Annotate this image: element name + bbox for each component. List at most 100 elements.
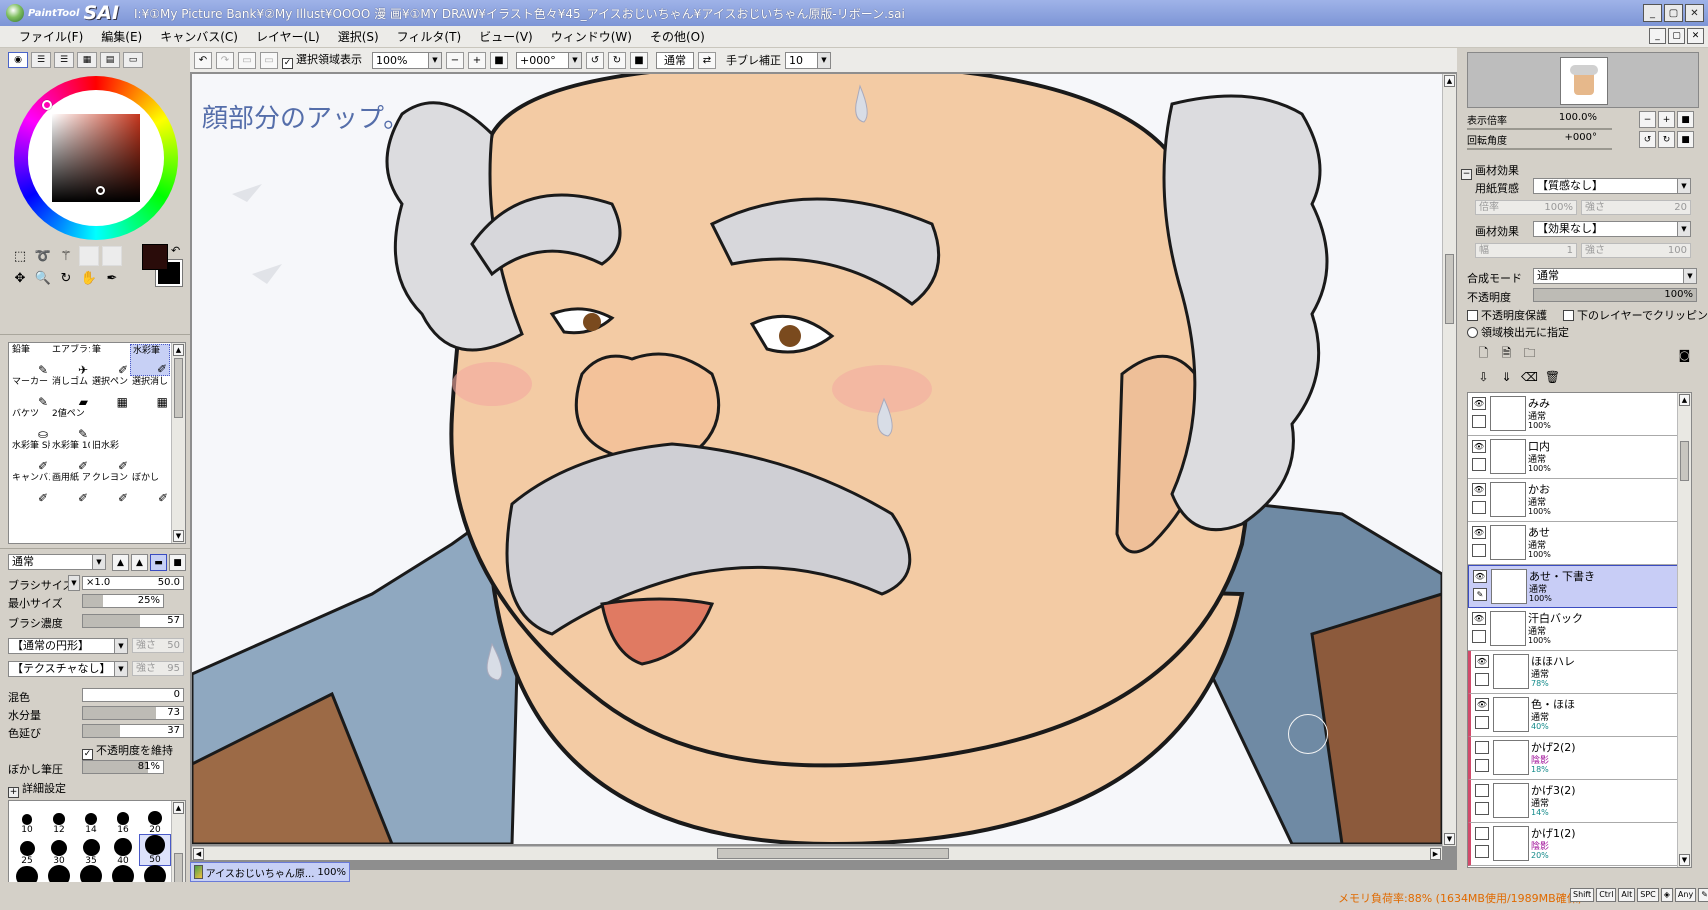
- scroll-down-icon[interactable]: ▼: [1679, 854, 1690, 866]
- scroll-up-icon[interactable]: ▲: [1679, 394, 1690, 406]
- scroll-left-icon[interactable]: ◀: [193, 848, 204, 860]
- texture-effects-section[interactable]: − 画材効果: [1461, 162, 1519, 180]
- menu-other[interactable]: その他(O): [641, 28, 714, 45]
- zoom-out-icon[interactable]: −: [446, 51, 464, 69]
- brush-size-slider[interactable]: ×1.0 50.0: [82, 576, 184, 590]
- brush-size-option[interactable]: 35: [75, 834, 107, 866]
- scroll-down-icon[interactable]: ▼: [173, 530, 184, 542]
- visibility-eye-icon[interactable]: 👁: [1472, 526, 1486, 539]
- effect-select[interactable]: 【効果なし】 ▼: [1533, 221, 1691, 237]
- layer-row[interactable]: 👁 口内 通常 100%: [1468, 436, 1679, 479]
- deselect-icon[interactable]: ▭: [238, 51, 256, 69]
- shape-flat-icon[interactable]: ■: [169, 554, 186, 571]
- checkbox-icon[interactable]: ✓: [282, 58, 293, 69]
- menu-canvas[interactable]: キャンバス(C): [151, 28, 247, 45]
- tool-bucket[interactable]: バケツ ⛀: [10, 408, 50, 440]
- move-icon[interactable]: ✥: [10, 268, 30, 288]
- palette-icon[interactable]: ▦: [77, 52, 97, 68]
- color-marker[interactable]: [96, 186, 105, 195]
- layer-lock-icon[interactable]: [1475, 845, 1489, 858]
- merge-down-icon[interactable]: ⇓: [1498, 368, 1515, 385]
- layer-row[interactable]: 👁 色・ほほ 通常 40%: [1468, 694, 1679, 737]
- scroll-up-icon[interactable]: ▲: [173, 802, 184, 814]
- tool-watercolor-s[interactable]: 水彩筆 S版✐: [10, 440, 50, 472]
- navigator[interactable]: [1467, 52, 1699, 108]
- visibility-eye-icon[interactable]: [1475, 741, 1489, 754]
- nav-rotate-right-icon[interactable]: ↻: [1658, 131, 1675, 148]
- magic-wand-icon[interactable]: ⚚: [56, 246, 76, 266]
- layer-row[interactable]: 👁 ✎ あせ・下書き 通常 100%: [1468, 565, 1679, 608]
- clear-layer-icon[interactable]: ⌫: [1521, 368, 1538, 385]
- delete-layer-icon[interactable]: 🗑: [1544, 368, 1561, 385]
- redo-icon[interactable]: ↷: [216, 51, 234, 69]
- scroll-up-icon[interactable]: ▲: [1444, 75, 1455, 87]
- layer-list-scrollbar[interactable]: ▲ ▼: [1677, 393, 1691, 867]
- hue-marker[interactable]: [42, 100, 52, 110]
- expand-icon[interactable]: +: [8, 787, 19, 798]
- tool-eraser[interactable]: 消しゴム ▰: [50, 376, 90, 408]
- checkbox-icon[interactable]: [1563, 310, 1574, 321]
- layer-lock-icon[interactable]: [1475, 802, 1489, 815]
- invert-selection-icon[interactable]: ▭: [260, 51, 278, 69]
- menu-layer[interactable]: レイヤー(L): [247, 28, 329, 45]
- layer-lock-icon[interactable]: [1472, 415, 1486, 428]
- tool-marker[interactable]: マーカー ✎: [10, 376, 50, 408]
- tool-blur[interactable]: ぼかし ✐: [130, 472, 170, 504]
- hsv-sliders-icon[interactable]: ☰: [54, 52, 74, 68]
- scroll-up-icon[interactable]: ▲: [173, 344, 184, 356]
- visibility-eye-icon[interactable]: 👁: [1472, 397, 1486, 410]
- color-wheel-icon[interactable]: ◉: [8, 52, 28, 68]
- stretch-slider[interactable]: 37: [82, 724, 184, 738]
- nav-zoom-out-icon[interactable]: −: [1639, 111, 1656, 128]
- protect-opacity-checkbox[interactable]: 不透明度保護: [1467, 307, 1547, 323]
- scroll-thumb[interactable]: [1680, 441, 1689, 481]
- new-folder-icon[interactable]: 🗀: [1521, 346, 1538, 363]
- layer-row[interactable]: 👁 あせ 通常 100%: [1468, 522, 1679, 565]
- shape-round-icon[interactable]: ▬: [150, 554, 167, 571]
- brush-size-option[interactable]: 40: [107, 834, 139, 866]
- tool-select-pen[interactable]: 選択ペン ▦: [90, 376, 130, 408]
- swap-colors-icon[interactable]: ↶: [171, 244, 180, 257]
- layer-lock-icon[interactable]: [1475, 673, 1489, 686]
- brush-blend-select[interactable]: 通常 ▼: [8, 554, 106, 570]
- minimize-button[interactable]: _: [1643, 4, 1662, 22]
- eyedropper-icon[interactable]: ✒: [102, 268, 122, 288]
- scratchpad-icon[interactable]: ▭: [123, 52, 143, 68]
- brush-size-option[interactable]: 10: [11, 803, 43, 835]
- layer-lock-icon[interactable]: [1472, 630, 1486, 643]
- tool-crayon[interactable]: クレヨン ✐: [90, 472, 130, 504]
- close-button[interactable]: ✕: [1685, 4, 1704, 22]
- collapse-icon[interactable]: −: [1461, 169, 1472, 180]
- layer-mask-icon[interactable]: ◙: [1676, 346, 1693, 363]
- density-slider[interactable]: 57: [82, 614, 184, 628]
- visibility-eye-icon[interactable]: 👁: [1472, 440, 1486, 453]
- keep-opacity-checkbox[interactable]: ✓ 不透明度を維持: [82, 742, 173, 760]
- canvas-horizontal-scrollbar[interactable]: ◀ ▶: [192, 846, 1442, 860]
- size-range-select[interactable]: ▼: [68, 575, 80, 591]
- layer-lock-icon[interactable]: [1475, 759, 1489, 772]
- doc-restore-button[interactable]: ▢: [1668, 28, 1685, 44]
- color-wheel[interactable]: [14, 76, 178, 240]
- stabilizer-select[interactable]: 10 ▼: [785, 51, 831, 69]
- tool-watercolor-10[interactable]: 水彩筆 10版✐: [50, 440, 90, 472]
- layer-row[interactable]: かげ1(2) 陰影 20%: [1468, 823, 1679, 866]
- nav-zoom-reset-icon[interactable]: ■: [1677, 111, 1694, 128]
- paper-texture-select[interactable]: 【質感なし】 ▼: [1533, 178, 1691, 194]
- layer-blend-select[interactable]: 通常 ▼: [1533, 268, 1697, 284]
- shape-sharp-icon[interactable]: ▲: [112, 554, 129, 571]
- nav-rotate-reset-icon[interactable]: ■: [1677, 131, 1694, 148]
- show-selection-checkbox[interactable]: ✓ 選択領域表示: [282, 51, 362, 69]
- brush-grid-scrollbar[interactable]: ▲ ▼: [171, 343, 185, 543]
- layer-row[interactable]: 👁 みみ 通常 100%: [1468, 393, 1679, 436]
- brush-size-option[interactable]: 20: [139, 803, 171, 835]
- visibility-eye-icon[interactable]: 👁: [1472, 612, 1486, 625]
- undo-icon[interactable]: ↶: [194, 51, 212, 69]
- layer-lock-icon[interactable]: [1475, 716, 1489, 729]
- menu-edit[interactable]: 編集(E): [92, 28, 151, 45]
- tool-canvas-acrylic[interactable]: キャンバス アクリル✐: [10, 472, 50, 504]
- rect-select-icon[interactable]: ⬚: [10, 246, 30, 266]
- nav-zoom-in-icon[interactable]: +: [1658, 111, 1675, 128]
- blend-mode-button[interactable]: 通常: [656, 51, 694, 69]
- edit-brush-icon[interactable]: ✎: [1473, 588, 1487, 601]
- brush-size-option[interactable]: 14: [75, 803, 107, 835]
